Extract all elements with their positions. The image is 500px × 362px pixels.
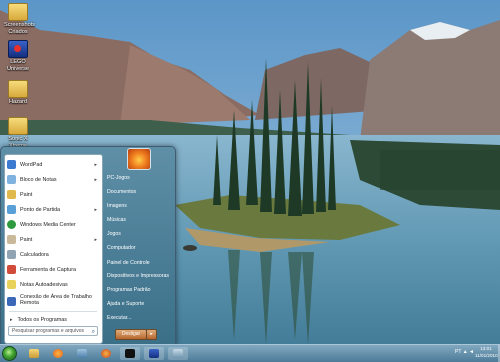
start-place-painel-de-controle[interactable]: Painel de Controle [107,260,150,266]
start-item-label: Windows Media Center [20,221,76,228]
desktop-icon-label: Screenshots Criados [4,22,36,35]
getting-started-icon [7,205,16,214]
start-place-musicas[interactable]: Músicas [107,217,126,223]
folder-icon [8,80,28,98]
desktop-icon-hazard[interactable]: Hazard [4,80,32,106]
start-item-notepad[interactable]: Bloco de Notas ▸ [7,173,100,186]
media-center-icon [7,220,16,229]
taskbar-app3-button[interactable] [168,347,188,360]
start-item-paint[interactable]: Paint [7,188,100,201]
start-item-media-center[interactable]: Windows Media Center [7,218,100,231]
start-menu-programs-pane: WordPad ▸ Bloco de Notas ▸ Paint Ponto d… [4,154,103,344]
lego-icon [8,40,28,58]
all-programs-button[interactable]: ▸ Todos os Programas [7,313,100,326]
start-item-getting-started[interactable]: Ponto de Partida ▸ [7,203,100,216]
start-item-sticky-notes[interactable]: Notas Autoadesivas [7,278,100,291]
clock-date: 11/01/2010 [475,352,498,358]
paint-icon [7,235,16,244]
start-item-label: WordPad [20,161,43,168]
remote-desktop-icon [7,296,16,306]
app-icon [125,349,135,358]
start-item-label: Notas Autoadesivas [20,281,68,288]
start-menu: WordPad ▸ Bloco de Notas ▸ Paint Ponto d… [0,146,176,346]
start-item-snipping-tool[interactable]: Ferramenta de Captura [7,263,100,276]
desktop-icon-label: Hazard [8,99,28,105]
folder-icon [29,349,39,358]
app-icon [173,349,183,358]
start-item-label: Calculadora [20,251,49,258]
start-place-programas-padrao[interactable]: Programas Padrão [107,287,151,293]
shutdown-options-button[interactable]: ▸ [146,329,157,340]
user-picture-icon[interactable] [127,148,151,170]
clock[interactable]: 13:01 11/01/2010 [475,346,498,359]
all-programs-label: Todos os Programas [17,316,67,323]
shutdown-button[interactable]: Desligar [115,329,147,340]
submenu-arrow-icon: ▸ [94,161,97,168]
desktop-icon-lego-universe[interactable]: LEGO Universe [4,40,32,72]
paint-icon [7,190,16,199]
desktop-icon-sonic[interactable]: Sonic X Xtreme [4,117,32,149]
desktop-icon-screenshots[interactable]: Screenshots Criados [4,3,36,35]
start-item-label: Conexão de Área de Trabalho Remota [20,294,92,306]
taskbar-firefox-button[interactable] [96,347,116,360]
start-place-computador[interactable]: Computador [107,245,136,251]
start-menu-places-pane: PC-Jogos Documentos Imagens Músicas Jogo… [103,147,173,343]
wordpad-icon [7,160,16,169]
all-programs-arrow-icon: ▸ [10,316,13,323]
start-item-label: Bloco de Notas [20,176,57,183]
start-place-imagens[interactable]: Imagens [107,203,127,209]
submenu-arrow-icon: ▸ [94,176,97,183]
app-icon [77,349,87,358]
calculator-icon [7,250,16,259]
folder-icon [8,3,28,21]
lego-icon [149,349,159,358]
notepad-icon [7,175,16,184]
sticky-notes-icon [7,280,16,289]
taskbar-app2-button[interactable] [120,347,140,360]
taskbar-app-button[interactable] [72,347,92,360]
system-tray[interactable]: PT ▲ ◄ [455,349,474,355]
taskbar-explorer-button[interactable] [24,347,44,360]
start-place-documentos[interactable]: Documentos [107,189,136,195]
taskbar-lego-button[interactable] [144,347,164,360]
start-place-executar[interactable]: Executar... [107,315,132,321]
start-place-dispositivos[interactable]: Dispositivos e Impressoras [107,273,169,279]
divider [9,311,97,312]
start-item-remote-desktop[interactable]: Conexão de Área de Trabalho Remota [7,293,100,309]
snipping-tool-icon [7,265,16,274]
start-place-jogos[interactable]: Jogos [107,231,121,237]
taskbar-media-player-button[interactable] [48,347,68,360]
start-place-ajuda[interactable]: Ajuda e Suporte [107,301,144,307]
folder-icon [8,117,28,135]
media-player-icon [53,349,63,358]
start-item-paint-2[interactable]: Paint ▸ [7,233,100,246]
start-place-pc-jogos[interactable]: PC-Jogos [107,175,130,181]
start-item-label: Ferramenta de Captura [20,266,77,273]
submenu-arrow-icon: ▸ [94,236,97,243]
start-item-wordpad[interactable]: WordPad ▸ [7,158,100,171]
start-item-calculator[interactable]: Calculadora [7,248,100,261]
submenu-arrow-icon: ▸ [94,206,97,213]
start-item-label: Paint [20,191,33,198]
start-item-label: Paint [20,236,33,243]
desktop-icon-label: LEGO Universe [6,59,30,72]
start-item-label: Ponto de Partida [20,206,61,213]
start-button[interactable] [2,346,17,361]
taskbar: PT ▲ ◄ 13:01 11/01/2010 [0,344,500,362]
search-icon: ⌕ [91,329,95,335]
start-search-input[interactable]: Pesquisar programas e arquivos ⌕ [8,326,98,336]
firefox-icon [101,349,111,358]
search-placeholder: Pesquisar programas e arquivos [12,328,84,334]
